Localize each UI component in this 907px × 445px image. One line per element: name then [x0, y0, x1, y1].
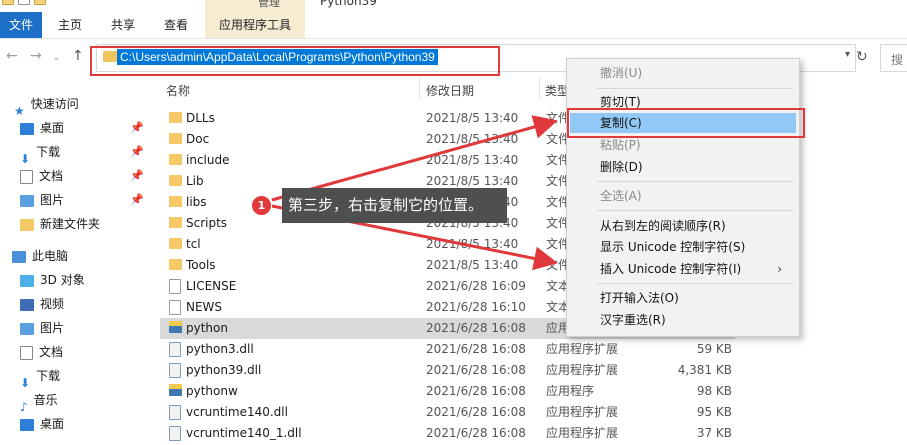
- menu-separator: [597, 181, 793, 182]
- menu-item-insert-unicode-label: 插入 Unicode 控制字符(I): [600, 262, 742, 276]
- menu-separator: [597, 88, 793, 89]
- highlight-box-copy: [567, 108, 805, 138]
- annotation-callout: 第三步，右击复制它的位置。: [282, 188, 507, 223]
- chevron-right-icon: ›: [777, 262, 782, 276]
- step-badge: 1: [251, 195, 272, 216]
- menu-item-insert-unicode[interactable]: 插入 Unicode 控制字符(I) ›: [600, 259, 790, 279]
- menu-item-undo[interactable]: 撤消(U): [600, 63, 642, 83]
- menu-item-paste[interactable]: 粘贴(P): [600, 135, 641, 155]
- menu-separator: [597, 283, 793, 284]
- menu-item-rtl-reading[interactable]: 从右到左的阅读顺序(R): [600, 216, 726, 236]
- menu-item-open-ime[interactable]: 打开输入法(O): [600, 288, 679, 308]
- menu-item-show-unicode[interactable]: 显示 Unicode 控制字符(S): [600, 237, 745, 257]
- context-menu: 撤消(U) 剪切(T) 复制(C) 粘贴(P) 删除(D) 全选(A) 从右到左…: [566, 58, 800, 337]
- menu-separator: [597, 210, 793, 211]
- menu-item-delete[interactable]: 删除(D): [600, 157, 643, 177]
- menu-item-select-all[interactable]: 全选(A): [600, 186, 642, 206]
- menu-item-reconversion[interactable]: 汉字重选(R): [600, 310, 666, 330]
